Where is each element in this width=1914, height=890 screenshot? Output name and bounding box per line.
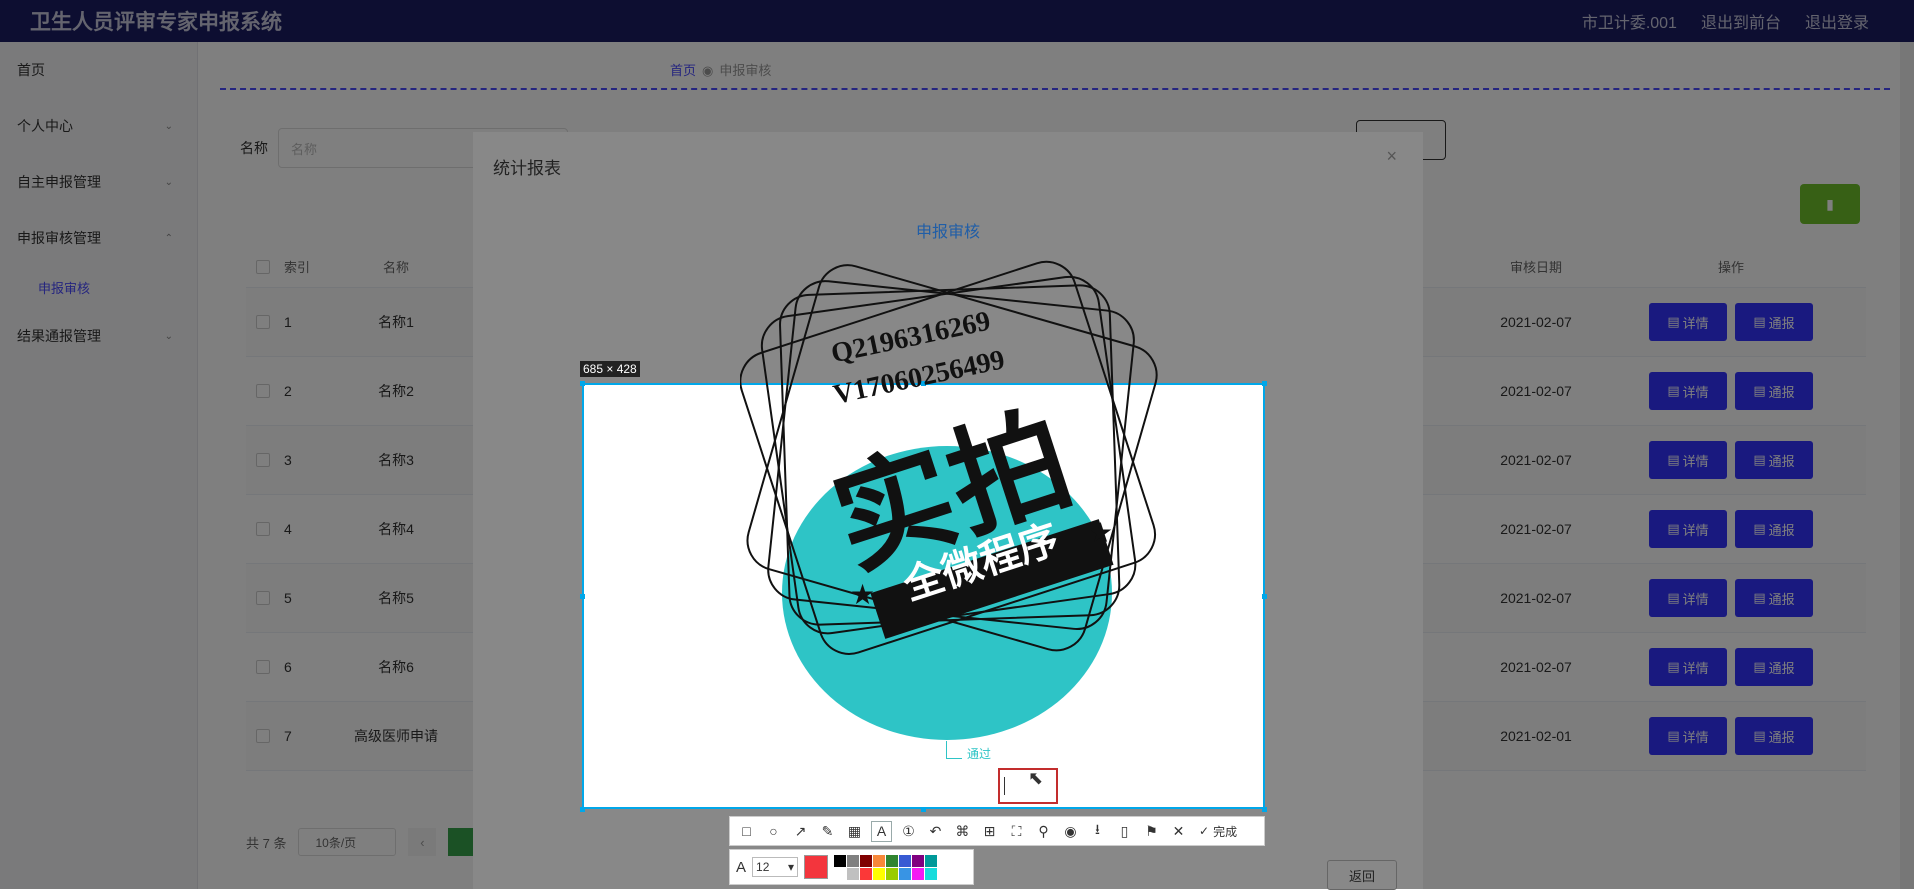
close-icon[interactable]: × xyxy=(1386,146,1397,167)
color-swatch[interactable] xyxy=(860,867,873,880)
pie-label-leader xyxy=(946,741,962,759)
arrow-tool-icon[interactable]: ↗ xyxy=(790,821,811,842)
color-swatch[interactable] xyxy=(873,867,886,880)
color-swatch[interactable] xyxy=(886,867,899,880)
mosaic-tool-icon[interactable]: ▦ xyxy=(844,821,865,842)
color-swatch[interactable] xyxy=(886,854,899,867)
color-swatch[interactable] xyxy=(925,867,938,880)
bookmark-icon[interactable]: ⚑ xyxy=(1141,821,1162,842)
text-tool-icon[interactable]: A xyxy=(871,820,892,842)
color-swatch[interactable] xyxy=(860,854,873,867)
long-capture-icon[interactable]: ⛶ xyxy=(1006,821,1027,842)
color-swatch[interactable] xyxy=(925,854,938,867)
text-style-toolbar: A 12 ▾ xyxy=(729,849,974,885)
resize-handle[interactable] xyxy=(1262,381,1267,386)
font-icon: A xyxy=(736,858,747,876)
font-size-select[interactable]: 12 ▾ xyxy=(752,857,799,877)
chart-title: 申报审核 xyxy=(915,224,980,241)
text-caret xyxy=(1004,777,1005,795)
pen-tool-icon[interactable]: ✎ xyxy=(817,821,838,842)
translate-tool-icon[interactable]: ⊞ xyxy=(979,821,1000,842)
ocr-tool-icon[interactable]: ⌘ xyxy=(952,821,973,842)
record-icon[interactable]: ◉ xyxy=(1060,821,1081,842)
dialog-title: 统计报表 xyxy=(493,159,561,178)
check-icon: ✓ xyxy=(1199,824,1210,838)
return-button[interactable]: 返回 xyxy=(1327,860,1397,890)
color-swatch[interactable] xyxy=(834,867,847,880)
done-label: 完成 xyxy=(1213,824,1238,839)
color-swatch[interactable] xyxy=(834,854,847,867)
mouse-cursor-icon: ⬉ xyxy=(1028,768,1044,788)
resize-handle[interactable] xyxy=(580,381,585,386)
color-swatch[interactable] xyxy=(847,867,860,880)
color-palette xyxy=(834,854,938,880)
pin-icon[interactable]: ⚲ xyxy=(1033,821,1054,842)
number-tool-icon[interactable]: ① xyxy=(898,821,919,842)
undo-icon[interactable]: ↶ xyxy=(925,821,946,842)
cancel-icon[interactable]: ✕ xyxy=(1168,821,1189,842)
resize-handle[interactable] xyxy=(1262,807,1267,812)
star-icon: ★ xyxy=(850,579,876,610)
ellipse-tool-icon[interactable]: ○ xyxy=(763,821,784,842)
annotation-toolbar: □ ○ ↗ ✎ ▦ A ① ↶ ⌘ ⊞ ⛶ ⚲ ◉ ⭳ ▯ ⚑ ✕ ✓ 完成 xyxy=(729,816,1265,846)
resize-handle[interactable] xyxy=(580,594,585,599)
color-swatch[interactable] xyxy=(899,867,912,880)
star-icon: ★ xyxy=(1088,517,1114,548)
pie-label: 通过 xyxy=(967,747,992,761)
color-swatch[interactable] xyxy=(847,854,860,867)
capture-size-badge: 685 × 428 xyxy=(580,361,640,377)
color-swatch[interactable] xyxy=(912,867,925,880)
color-swatch[interactable] xyxy=(899,854,912,867)
resize-handle[interactable] xyxy=(921,807,926,812)
download-icon[interactable]: ⭳ xyxy=(1087,821,1108,842)
font-size-value: 12 xyxy=(756,860,770,874)
color-swatch[interactable] xyxy=(912,854,925,867)
done-button[interactable]: ✓ 完成 xyxy=(1199,823,1237,840)
selected-color-swatch[interactable] xyxy=(804,855,829,879)
rectangle-tool-icon[interactable]: □ xyxy=(736,821,757,842)
resize-handle[interactable] xyxy=(580,807,585,812)
color-swatch[interactable] xyxy=(873,854,886,867)
resize-handle[interactable] xyxy=(1262,594,1267,599)
phone-icon[interactable]: ▯ xyxy=(1114,821,1135,842)
dropdown-arrow-icon: ▾ xyxy=(787,860,795,874)
